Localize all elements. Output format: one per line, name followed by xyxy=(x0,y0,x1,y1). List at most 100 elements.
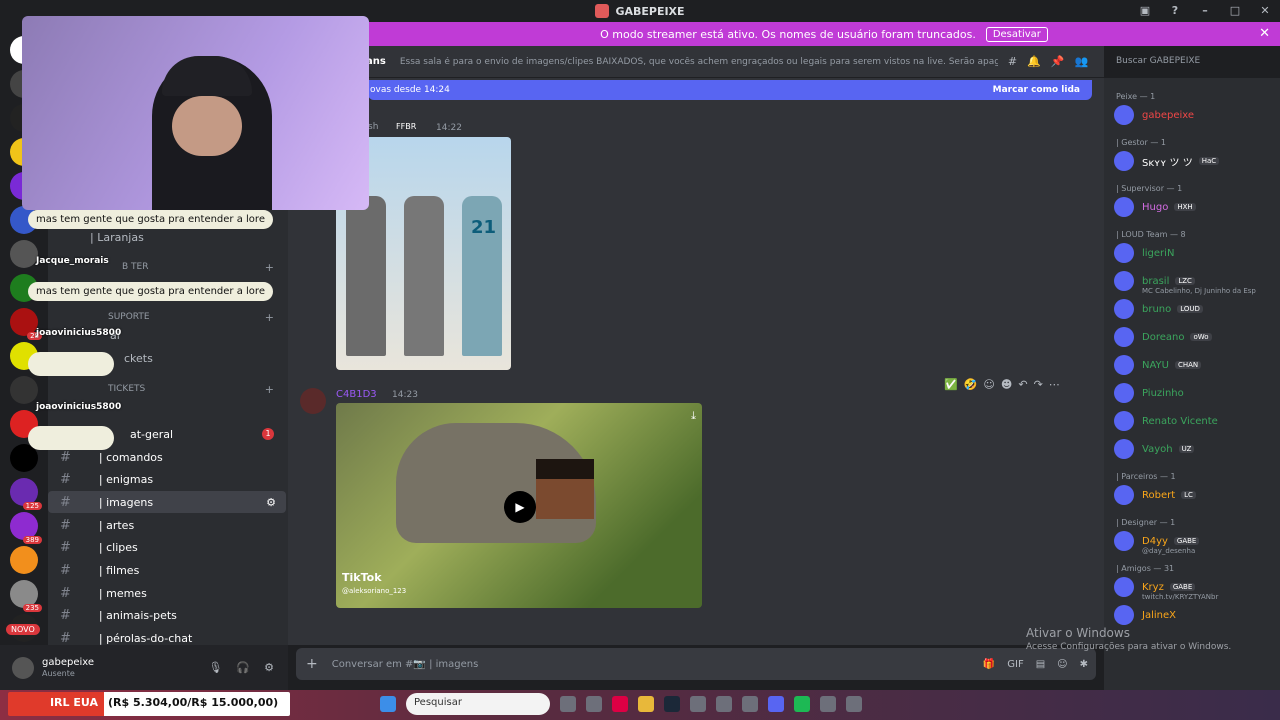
add-channel-icon[interactable]: + xyxy=(265,311,274,324)
channel-animais-pets[interactable]: # | animais-pets xyxy=(48,604,286,626)
member-name: Doreano xyxy=(1142,331,1185,343)
member-item[interactable]: Doreano oWo xyxy=(1114,326,1276,348)
message-input[interactable]: Conversar em #📷 | imagens xyxy=(332,659,479,670)
add-channel-icon[interactable]: + xyxy=(265,261,274,274)
bell-icon[interactable]: 🔔 xyxy=(1027,55,1041,68)
members-icon[interactable]: 👥 xyxy=(1074,55,1088,68)
server-icon[interactable] xyxy=(10,240,38,268)
avatar[interactable] xyxy=(12,656,34,679)
laugh-reaction-icon[interactable]: 🤣 xyxy=(964,378,978,396)
steam-icon[interactable] xyxy=(664,696,680,712)
member-item[interactable]: Hugo HXH xyxy=(1114,196,1276,218)
member-item[interactable]: gabepeixe xyxy=(1114,104,1276,126)
member-item[interactable]: Renato Vicente xyxy=(1114,410,1276,432)
server-icon[interactable] xyxy=(10,546,38,574)
folder-icon[interactable] xyxy=(638,696,654,712)
forward-icon[interactable]: ↷ xyxy=(1034,378,1043,396)
reply-icon[interactable]: ↶ xyxy=(1018,378,1027,396)
video-figure xyxy=(536,459,594,479)
threads-icon[interactable]: # xyxy=(1008,55,1017,68)
avatar xyxy=(1114,355,1134,375)
message-author[interactable]: C4B1D3 xyxy=(336,389,377,400)
add-attachment-icon[interactable]: + xyxy=(306,656,318,672)
message-composer[interactable]: + Conversar em #📷 | imagens 🎁 GIF ▤ ☺ ✱ xyxy=(296,648,1096,680)
taskbar-search[interactable]: Pesquisar xyxy=(406,693,550,715)
taskbar-app-icon[interactable] xyxy=(716,696,732,712)
taskbar-app-icon[interactable] xyxy=(586,696,602,712)
channel-filmes[interactable]: # | filmes xyxy=(48,559,286,581)
channel-item[interactable]: | Laranjas xyxy=(48,226,286,248)
windows-start-icon[interactable] xyxy=(380,696,396,712)
avatar[interactable] xyxy=(300,388,326,414)
server-icon[interactable]: 125 xyxy=(10,478,42,510)
server-icon[interactable]: 235 xyxy=(10,580,42,612)
member-item[interactable]: D4yy GABE @day_desenha xyxy=(1114,530,1276,555)
category-header[interactable]: SUPORTE + xyxy=(48,309,286,325)
member-name: Vayoh xyxy=(1142,443,1173,455)
add-reaction-icon[interactable]: ☻ xyxy=(1001,378,1012,396)
member-item[interactable]: bruno LOUD xyxy=(1114,298,1276,320)
hash-icon: # xyxy=(60,585,71,601)
close-button[interactable]: ✕ xyxy=(1250,0,1280,22)
search-input[interactable]: Buscar GABEPEIXE xyxy=(1110,52,1270,72)
emoji-icon[interactable]: ☺ xyxy=(1057,659,1067,670)
channel-artes[interactable]: # | artes xyxy=(48,514,286,536)
microphone-icon[interactable]: 🎙 xyxy=(208,661,222,674)
obs-icon[interactable] xyxy=(846,696,862,712)
member-item[interactable]: Sᴋʏʏ ツ ツ HaC xyxy=(1114,150,1276,172)
spotify-icon[interactable] xyxy=(794,696,810,712)
member-item[interactable]: brasil LZC MC Cabelinho, Dj Juninho da Esp xyxy=(1114,270,1276,295)
server-icon[interactable]: 28 xyxy=(10,308,42,340)
help-icon[interactable]: ? xyxy=(1160,0,1190,22)
reaction-icon[interactable]: ☺ xyxy=(983,378,994,396)
taskbar-app-icon[interactable] xyxy=(690,696,706,712)
minimize-button[interactable]: – xyxy=(1190,0,1220,22)
member-activity: twitch.tv/KRYZTYANbr xyxy=(1142,593,1219,601)
opera-icon[interactable] xyxy=(612,696,628,712)
taskbar-app-icon[interactable] xyxy=(560,696,576,712)
inbox-icon[interactable]: ▣ xyxy=(1130,0,1160,22)
member-item[interactable]: ligeriN xyxy=(1114,242,1276,264)
server-icon[interactable] xyxy=(10,376,38,404)
settings-icon[interactable]: ⚙ xyxy=(266,496,276,509)
member-name: Robert xyxy=(1142,489,1176,501)
message-author[interactable]: sh xyxy=(368,122,378,132)
video-attachment[interactable]: ▶ TikTok @aleksoriano_123 ⤓ xyxy=(336,403,702,608)
gif-icon[interactable]: GIF xyxy=(1007,659,1023,670)
mark-as-read-button[interactable]: Marcar como lida xyxy=(993,85,1080,95)
sticker-icon[interactable]: ▤ xyxy=(1036,659,1045,670)
member-item[interactable]: Piuzinho xyxy=(1114,382,1276,404)
member-item[interactable]: Robert LC xyxy=(1114,484,1276,506)
discord-icon[interactable] xyxy=(768,696,784,712)
more-icon[interactable]: ⋯ xyxy=(1049,378,1060,396)
apps-icon[interactable]: ✱ xyxy=(1080,659,1088,670)
member-tag: GABE xyxy=(1169,583,1196,591)
headphones-icon[interactable]: 🎧 xyxy=(236,661,250,674)
check-reaction-icon[interactable]: ✅ xyxy=(944,378,958,396)
member-name: Renato Vicente xyxy=(1142,415,1218,427)
member-item[interactable]: Kryz GABE twitch.tv/KRYZTYANbr xyxy=(1114,576,1276,601)
category-header[interactable]: TICKETS + xyxy=(48,381,286,397)
member-item[interactable]: JalineX xyxy=(1114,604,1276,626)
maximize-button[interactable]: □ xyxy=(1220,0,1250,22)
channel-enigmas[interactable]: # | enigmas xyxy=(48,468,286,490)
channel-clipes[interactable]: # | clipes xyxy=(48,536,286,558)
pin-icon[interactable]: 📌 xyxy=(1051,55,1065,68)
member-item[interactable]: NAYU CHAN xyxy=(1114,354,1276,376)
close-icon[interactable]: ✕ xyxy=(1259,26,1270,41)
member-name: Kryz xyxy=(1142,581,1164,593)
taskbar-app-icon[interactable] xyxy=(820,696,836,712)
new-messages-bar[interactable]: ovas desde 14:24 Marcar como lida xyxy=(368,80,1092,100)
add-channel-icon[interactable]: + xyxy=(265,383,274,396)
member-item[interactable]: Vayoh UZ xyxy=(1114,438,1276,460)
download-icon[interactable]: ⤓ xyxy=(691,409,696,423)
server-icon[interactable]: 389 xyxy=(10,512,42,544)
gift-icon[interactable]: 🎁 xyxy=(983,659,995,670)
member-group-header: | Parceiros — 1 xyxy=(1116,472,1176,481)
disable-streamer-mode-button[interactable]: Desativar xyxy=(985,26,1048,42)
play-icon[interactable]: ▶ xyxy=(504,491,536,523)
gear-icon[interactable]: ⚙ xyxy=(264,661,274,674)
channel-memes[interactable]: # | memes xyxy=(48,582,286,604)
channel-imagens[interactable]: # | imagens ⚙ xyxy=(48,491,286,513)
taskbar-app-icon[interactable] xyxy=(742,696,758,712)
